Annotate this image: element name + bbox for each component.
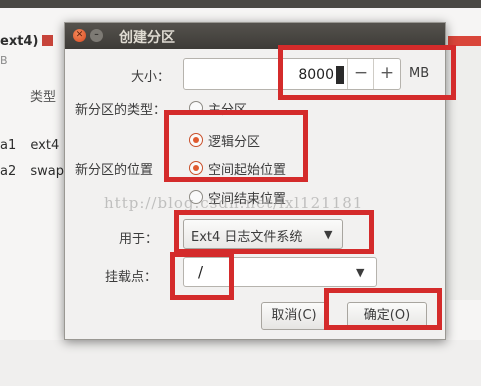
annotation-radio-box — [164, 110, 308, 182]
column-header-type: 类型 — [30, 90, 57, 105]
annotation-use-as-box — [174, 210, 374, 254]
annotation-ok-box — [324, 288, 442, 330]
partition-type: ext4 — [30, 138, 60, 153]
mount-point-label: 挂载点： — [105, 270, 158, 285]
partition-device: a2 — [0, 164, 17, 179]
annotation-mount-box — [170, 252, 234, 300]
annotation-size-box — [278, 45, 456, 100]
minimize-icon[interactable]: – — [90, 29, 103, 42]
partition-row[interactable]: a2 swap — [0, 164, 70, 179]
dialog-title: 创建分区 — [119, 30, 175, 46]
partition-color-swatch — [42, 35, 53, 46]
top-panel — [0, 0, 481, 8]
close-icon[interactable]: ✕ — [73, 29, 86, 42]
partition-row[interactable]: a1 ext4 — [0, 138, 70, 153]
cancel-button[interactable]: 取消(C) — [261, 302, 327, 330]
disk-subheader: B — [0, 54, 8, 67]
size-label: 大小： — [131, 70, 171, 85]
partition-device: a1 — [0, 138, 17, 153]
disk-header: ext4) — [0, 34, 39, 49]
partition-type: swap — [30, 164, 65, 179]
use-as-label: 用于： — [119, 232, 159, 247]
partition-type-label: 新分区的类型： — [75, 103, 167, 118]
partition-location-label: 新分区的位置 — [75, 163, 154, 178]
dropdown-arrow-icon[interactable]: ▼ — [356, 266, 364, 279]
installer-footer — [0, 340, 481, 386]
